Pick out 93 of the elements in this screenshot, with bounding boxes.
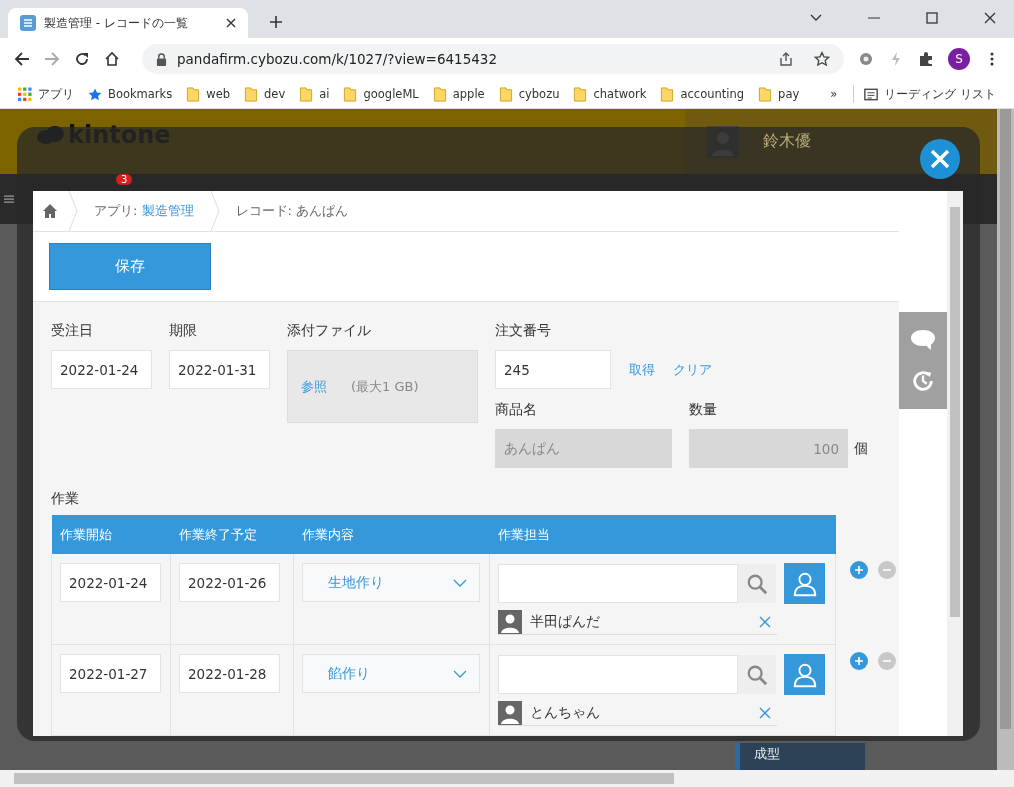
add-row-icon[interactable] [850, 651, 868, 670]
bookmark-item[interactable]: apple [428, 86, 489, 102]
field-label: 数量 [689, 401, 718, 419]
assignee-name: とんちゃん [530, 704, 601, 722]
folder-icon [299, 86, 314, 102]
list-icon [20, 15, 36, 31]
chevron-down-icon [453, 669, 467, 678]
assignee-name: 半田ぱんだ [530, 613, 601, 631]
scrollbar[interactable] [947, 191, 963, 736]
date-field[interactable]: 2022-01-24 [51, 350, 152, 389]
puzzle-icon[interactable] [918, 51, 934, 67]
share-icon[interactable] [778, 51, 794, 67]
remove-icon[interactable] [759, 616, 771, 628]
history-icon[interactable] [910, 368, 936, 393]
apps-grid-icon [18, 86, 32, 102]
new-tab-icon[interactable] [270, 16, 282, 28]
close-icon[interactable] [984, 12, 996, 24]
unit-text: 個 [854, 439, 868, 458]
forward-icon[interactable] [44, 51, 60, 67]
gear-icon[interactable] [858, 51, 874, 67]
bookmark-item[interactable]: chatwork [569, 86, 651, 102]
lock-icon [156, 52, 167, 66]
close-icon[interactable] [226, 18, 236, 28]
bookmark-item[interactable]: Bookmarks [84, 86, 177, 102]
folder-icon [244, 86, 259, 102]
column-header: 作業内容 [293, 515, 490, 554]
folder-icon [186, 86, 201, 102]
bookmark-item[interactable]: web [182, 86, 235, 102]
maximize-icon[interactable] [926, 12, 938, 24]
tab-title: 製造管理 - レコードの一覧 [44, 14, 189, 32]
reload-icon[interactable] [74, 51, 90, 67]
order-number-field[interactable]: 245 [495, 350, 611, 389]
browser-tab[interactable]: 製造管理 - レコードの一覧 [8, 8, 248, 38]
folder-icon [573, 86, 588, 102]
breadcrumb-app: アプリ: 製造管理 [94, 202, 194, 220]
column-header: 作業終了予定 [170, 515, 294, 554]
scrollbar[interactable] [997, 109, 1014, 770]
star-icon [88, 86, 102, 102]
bookmark-item[interactable]: アプリ [14, 86, 78, 102]
profile-avatar[interactable]: S [948, 48, 970, 70]
reading-list-button[interactable]: リーディング リスト [860, 86, 1000, 102]
user-picker-button[interactable] [784, 563, 825, 604]
size-limit-text: (最大1 GB) [351, 377, 419, 396]
add-row-icon[interactable] [850, 561, 868, 579]
user-silhouette-icon [498, 610, 522, 634]
user-name: 鈴木優 [763, 131, 811, 152]
field-label: 受注日 [51, 322, 94, 340]
date-field[interactable]: 2022-01-31 [169, 350, 270, 389]
user-silhouette-icon [498, 701, 522, 725]
field-label: 期限 [169, 322, 198, 340]
breadcrumb-record: レコード: あんぱん [235, 202, 349, 220]
address-bar[interactable]: pandafirm.cybozu.com/k/1027/?view=6415432 [142, 44, 844, 74]
back-icon[interactable] [14, 51, 30, 67]
date-field[interactable]: 2022-01-28 [179, 654, 280, 693]
chevron-down-icon [453, 578, 467, 587]
bookmark-item[interactable]: pay [754, 86, 804, 102]
calendar-entry: 成型 [735, 743, 865, 770]
folder-icon [498, 86, 513, 102]
folder-icon [432, 86, 447, 102]
user-search-field[interactable] [498, 564, 738, 603]
field-label: 添付ファイル [287, 322, 372, 340]
table-label: 作業 [51, 490, 80, 508]
scrollbar[interactable] [0, 770, 1014, 787]
user-search-field[interactable] [498, 655, 738, 694]
search-button[interactable] [738, 564, 776, 603]
date-field[interactable]: 2022-01-26 [179, 563, 280, 602]
date-field[interactable]: 2022-01-24 [60, 563, 161, 602]
search-icon [746, 663, 768, 686]
field-label: 注文番号 [495, 322, 552, 340]
search-icon [746, 572, 768, 595]
bookmarks-overflow[interactable]: » [826, 87, 842, 101]
list-icon [864, 86, 879, 102]
date-field[interactable]: 2022-01-27 [60, 654, 161, 693]
search-button[interactable] [738, 655, 776, 694]
close-icon[interactable] [920, 139, 960, 179]
column-header: 作業開始 [51, 515, 171, 554]
field-label: 商品名 [495, 401, 538, 419]
bookmark-item[interactable]: dev [240, 86, 290, 102]
url-text: pandafirm.cybozu.com/k/1027/?view=6415432 [177, 51, 497, 67]
folder-icon [343, 86, 358, 102]
bookmark-item[interactable]: cybozu [494, 86, 564, 102]
bookmark-item[interactable]: googleML [339, 86, 423, 102]
user-picker-button[interactable] [784, 654, 825, 695]
column-header: 作業担当 [489, 515, 836, 554]
star-icon[interactable] [814, 51, 830, 67]
folder-icon [660, 86, 675, 102]
home-icon[interactable] [42, 203, 58, 219]
bookmark-item[interactable]: accounting [656, 86, 749, 102]
remove-icon[interactable] [759, 707, 771, 719]
comment-icon[interactable] [910, 328, 936, 353]
bookmark-item[interactable]: ai [295, 86, 334, 102]
folder-icon [758, 86, 773, 102]
home-icon[interactable] [104, 51, 120, 67]
